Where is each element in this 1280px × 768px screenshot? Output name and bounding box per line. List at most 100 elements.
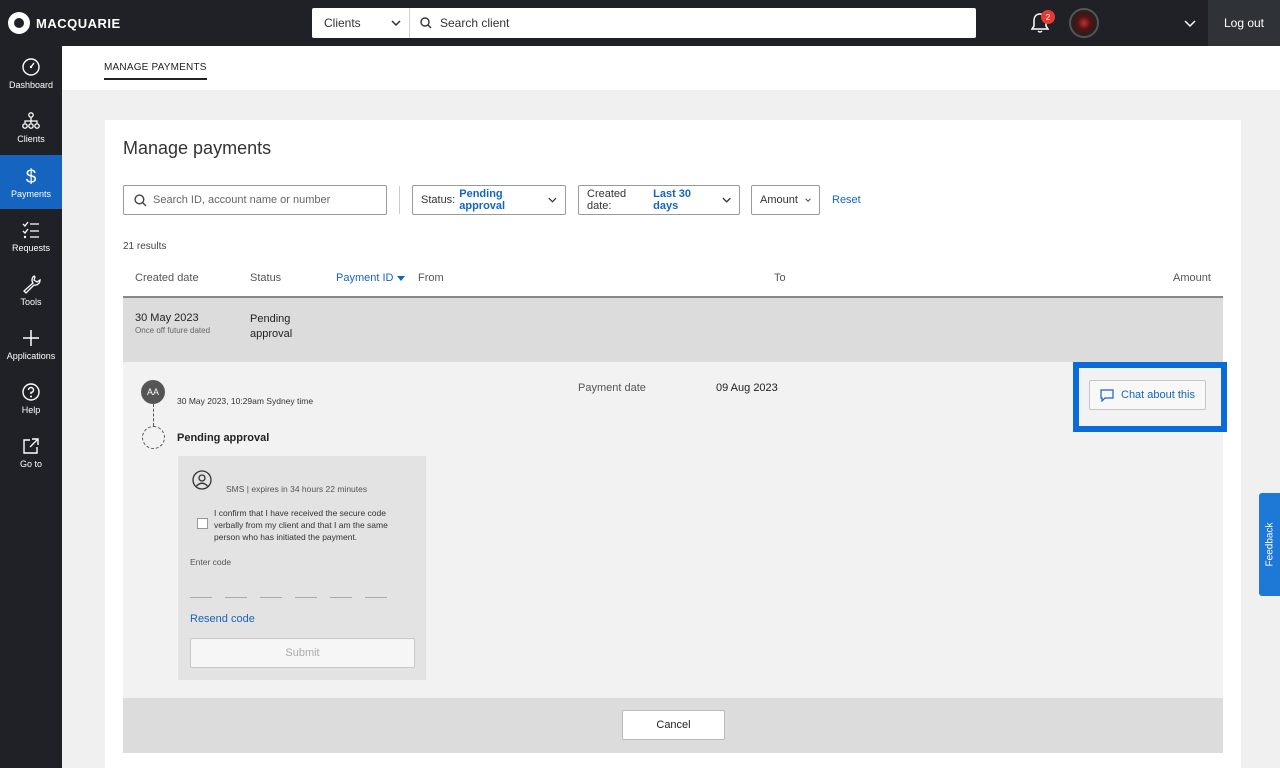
chevron-down-icon: [548, 197, 557, 203]
column-header-amount[interactable]: Amount: [1173, 272, 1211, 284]
nav-item-payments[interactable]: $ Payments: [0, 155, 62, 209]
brand-logo[interactable]: MACQUARIE: [8, 12, 121, 34]
results-count: 21 results: [123, 241, 167, 252]
payment-detail-panel: AA 30 May 2023, 10:29am Sydney time Pend…: [123, 362, 1223, 698]
nav-item-applications[interactable]: Applications: [0, 317, 62, 371]
dollar-icon: $: [26, 167, 37, 186]
chevron-down-icon: [722, 197, 731, 203]
nav-label: Dashboard: [8, 79, 54, 90]
confirm-checkbox[interactable]: [197, 518, 208, 529]
nav-label: Requests: [11, 242, 51, 253]
nav-label: Tools: [20, 296, 42, 307]
submit-button[interactable]: Submit: [190, 638, 415, 668]
filter-divider: [399, 186, 400, 214]
client-search-input[interactable]: Search client: [410, 8, 976, 38]
plus-icon: [23, 329, 39, 346]
confirm-statement: I confirm that I have received the secur…: [214, 508, 388, 542]
table-row[interactable]: 30 May 2023 Once off future dated Pendin…: [123, 298, 1223, 362]
svg-text:$: $: [26, 167, 37, 186]
client-search-bar: Clients Search client: [312, 8, 976, 38]
column-header-created-date[interactable]: Created date: [135, 272, 199, 284]
nav-label: Applications: [6, 350, 56, 361]
status-filter-label: Status:: [421, 194, 456, 206]
page-title: Manage payments: [123, 138, 272, 158]
payment-id-header-label: Payment ID: [336, 272, 394, 284]
nav-item-requests[interactable]: Requests: [0, 209, 62, 263]
row-created-subtext: Once off future dated: [135, 326, 211, 335]
timeline-connector: [153, 404, 154, 426]
feedback-label: Feedback: [1264, 522, 1276, 567]
nav-label: Go to: [19, 458, 42, 469]
column-header-status[interactable]: Status: [250, 272, 281, 284]
timeline-pending-step: [142, 426, 165, 449]
code-digit-input[interactable]: [365, 597, 387, 598]
resend-code-link[interactable]: Resend code: [190, 613, 255, 625]
page-tab-strip: MANAGE PAYMENTS: [62, 46, 1280, 90]
manage-payments-card: Manage payments Search ID, account name …: [105, 120, 1241, 768]
chevron-down-icon[interactable]: [1182, 15, 1198, 31]
code-digit-input[interactable]: [190, 597, 212, 598]
created-date-value: Last 30 days: [653, 188, 692, 212]
top-bar: MACQUARIE Clients Search client 2 Log ou…: [0, 0, 1280, 46]
chat-about-this-button[interactable]: Chat about this: [1089, 380, 1206, 410]
pending-approval-title: Pending approval: [177, 432, 270, 444]
code-digit-input[interactable]: [295, 597, 317, 598]
code-digit-input[interactable]: [330, 597, 352, 598]
client-search-placeholder: Search client: [440, 16, 510, 30]
nav-label: Help: [21, 404, 41, 415]
payment-search-placeholder: Search ID, account name or number: [153, 194, 331, 206]
amount-filter-label: Amount: [760, 194, 798, 206]
search-scope-label: Clients: [324, 16, 361, 30]
clients-icon: [22, 111, 40, 129]
approver-avatar: AA: [141, 380, 165, 404]
payment-date-value: 09 Aug 2023: [716, 382, 778, 394]
column-header-payment-id[interactable]: Payment ID: [336, 272, 406, 284]
list-icon: [22, 221, 39, 238]
dashboard-icon: [22, 57, 40, 76]
row-status: Pending approval: [250, 313, 293, 340]
sms-expiry-text: SMS | expires in 34 hours 22 minutes: [226, 484, 368, 494]
search-icon: [134, 193, 147, 206]
tab-manage-payments[interactable]: MANAGE PAYMENTS: [104, 62, 207, 80]
column-header-to[interactable]: To: [774, 272, 786, 284]
code-digit-input[interactable]: [225, 597, 247, 598]
cancel-button[interactable]: Cancel: [622, 710, 725, 740]
chat-button-label: Chat about this: [1121, 389, 1195, 401]
user-avatar[interactable]: [1069, 8, 1099, 38]
external-link-icon: [23, 437, 39, 454]
status-filter-value: Pending approval: [459, 188, 506, 212]
nav-item-clients[interactable]: Clients: [0, 100, 62, 154]
brand-name: MACQUARIE: [36, 15, 121, 31]
nav-item-dashboard[interactable]: Dashboard: [0, 46, 62, 100]
chat-bubble-icon: [1100, 388, 1114, 402]
help-icon: [22, 382, 40, 401]
created-date-label: Created date:: [587, 188, 627, 212]
status-filter[interactable]: Status: Pending approval: [412, 185, 566, 215]
row-created-date: 30 May 2023: [135, 312, 199, 324]
column-header-from[interactable]: From: [418, 272, 444, 284]
code-digit-input[interactable]: [260, 597, 282, 598]
wrench-icon: [23, 274, 41, 294]
nav-label: Payments: [10, 188, 52, 199]
detail-footer: Cancel: [123, 698, 1223, 753]
macquarie-logo-icon: [8, 12, 30, 34]
nav-item-go-to[interactable]: Go to: [0, 425, 62, 479]
logout-button[interactable]: Log out: [1208, 0, 1280, 46]
reset-filters-link[interactable]: Reset: [832, 194, 861, 206]
feedback-tab[interactable]: Feedback: [1259, 493, 1280, 596]
created-timestamp: 30 May 2023, 10:29am Sydney time: [177, 396, 314, 406]
enter-code-label: Enter code: [190, 557, 232, 567]
created-date-filter[interactable]: Created date: Last 30 days: [578, 185, 740, 215]
verification-box: SMS | expires in 34 hours 22 minutes I c…: [178, 456, 426, 680]
payment-search-input[interactable]: Search ID, account name or number: [123, 185, 387, 215]
chevron-down-icon: [805, 198, 811, 202]
left-nav: Dashboard Clients $ Payments Requests To…: [0, 46, 62, 768]
search-icon: [420, 17, 432, 29]
payment-date-label: Payment date: [578, 382, 646, 394]
sort-down-icon: [397, 276, 406, 281]
nav-item-tools[interactable]: Tools: [0, 263, 62, 317]
search-scope-select[interactable]: Clients: [312, 8, 410, 38]
nav-item-help[interactable]: Help: [0, 371, 62, 425]
notification-badge: 2: [1041, 10, 1055, 24]
amount-filter[interactable]: Amount: [751, 185, 820, 215]
